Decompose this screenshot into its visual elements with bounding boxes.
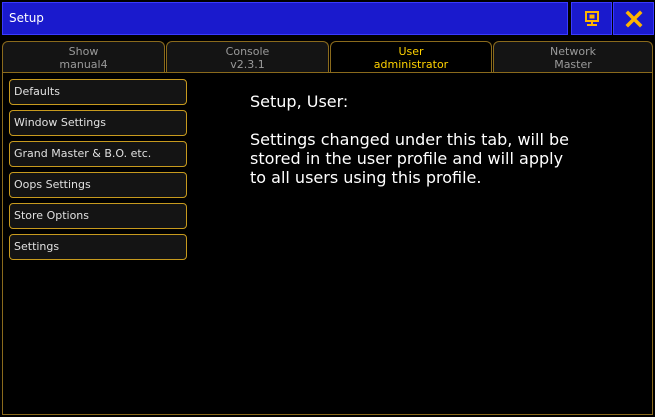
- close-icon: [625, 10, 642, 27]
- tab-console[interactable]: Console v2.3.1: [166, 41, 329, 73]
- grand-master-button[interactable]: Grand Master & B.O. etc.: [9, 141, 187, 167]
- tab-console-label: Console: [225, 45, 270, 58]
- info-text: Setup, User: Settings changed under this…: [250, 92, 580, 187]
- tab-user[interactable]: User administrator: [330, 41, 492, 73]
- tab-network-sub: Master: [554, 58, 592, 71]
- store-options-button[interactable]: Store Options: [9, 203, 187, 229]
- tab-network-label: Network: [550, 45, 596, 58]
- display-button[interactable]: [571, 2, 612, 35]
- close-button[interactable]: [613, 2, 654, 35]
- tab-bar: Show manual4 Console v2.3.1 User adminis…: [2, 41, 653, 73]
- tab-show-sub: manual4: [59, 58, 108, 71]
- tab-show[interactable]: Show manual4: [2, 41, 165, 73]
- info-body: Settings changed under this tab, will be…: [250, 130, 569, 187]
- window-title: Setup: [2, 2, 568, 35]
- title-bar: Setup: [0, 0, 655, 37]
- tab-user-sub: administrator: [373, 58, 449, 71]
- info-heading: Setup, User:: [250, 92, 349, 111]
- display-icon: [584, 10, 599, 26]
- defaults-button[interactable]: Defaults: [9, 79, 187, 105]
- window-settings-button[interactable]: Window Settings: [9, 110, 187, 136]
- tab-network[interactable]: Network Master: [493, 41, 653, 73]
- settings-button[interactable]: Settings: [9, 234, 187, 260]
- tab-show-label: Show: [68, 45, 99, 58]
- tab-console-sub: v2.3.1: [230, 58, 265, 71]
- oops-settings-button[interactable]: Oops Settings: [9, 172, 187, 198]
- setup-window: Setup Show manual4 Console v2.3.1 User a…: [0, 0, 655, 417]
- tab-user-label: User: [398, 45, 424, 58]
